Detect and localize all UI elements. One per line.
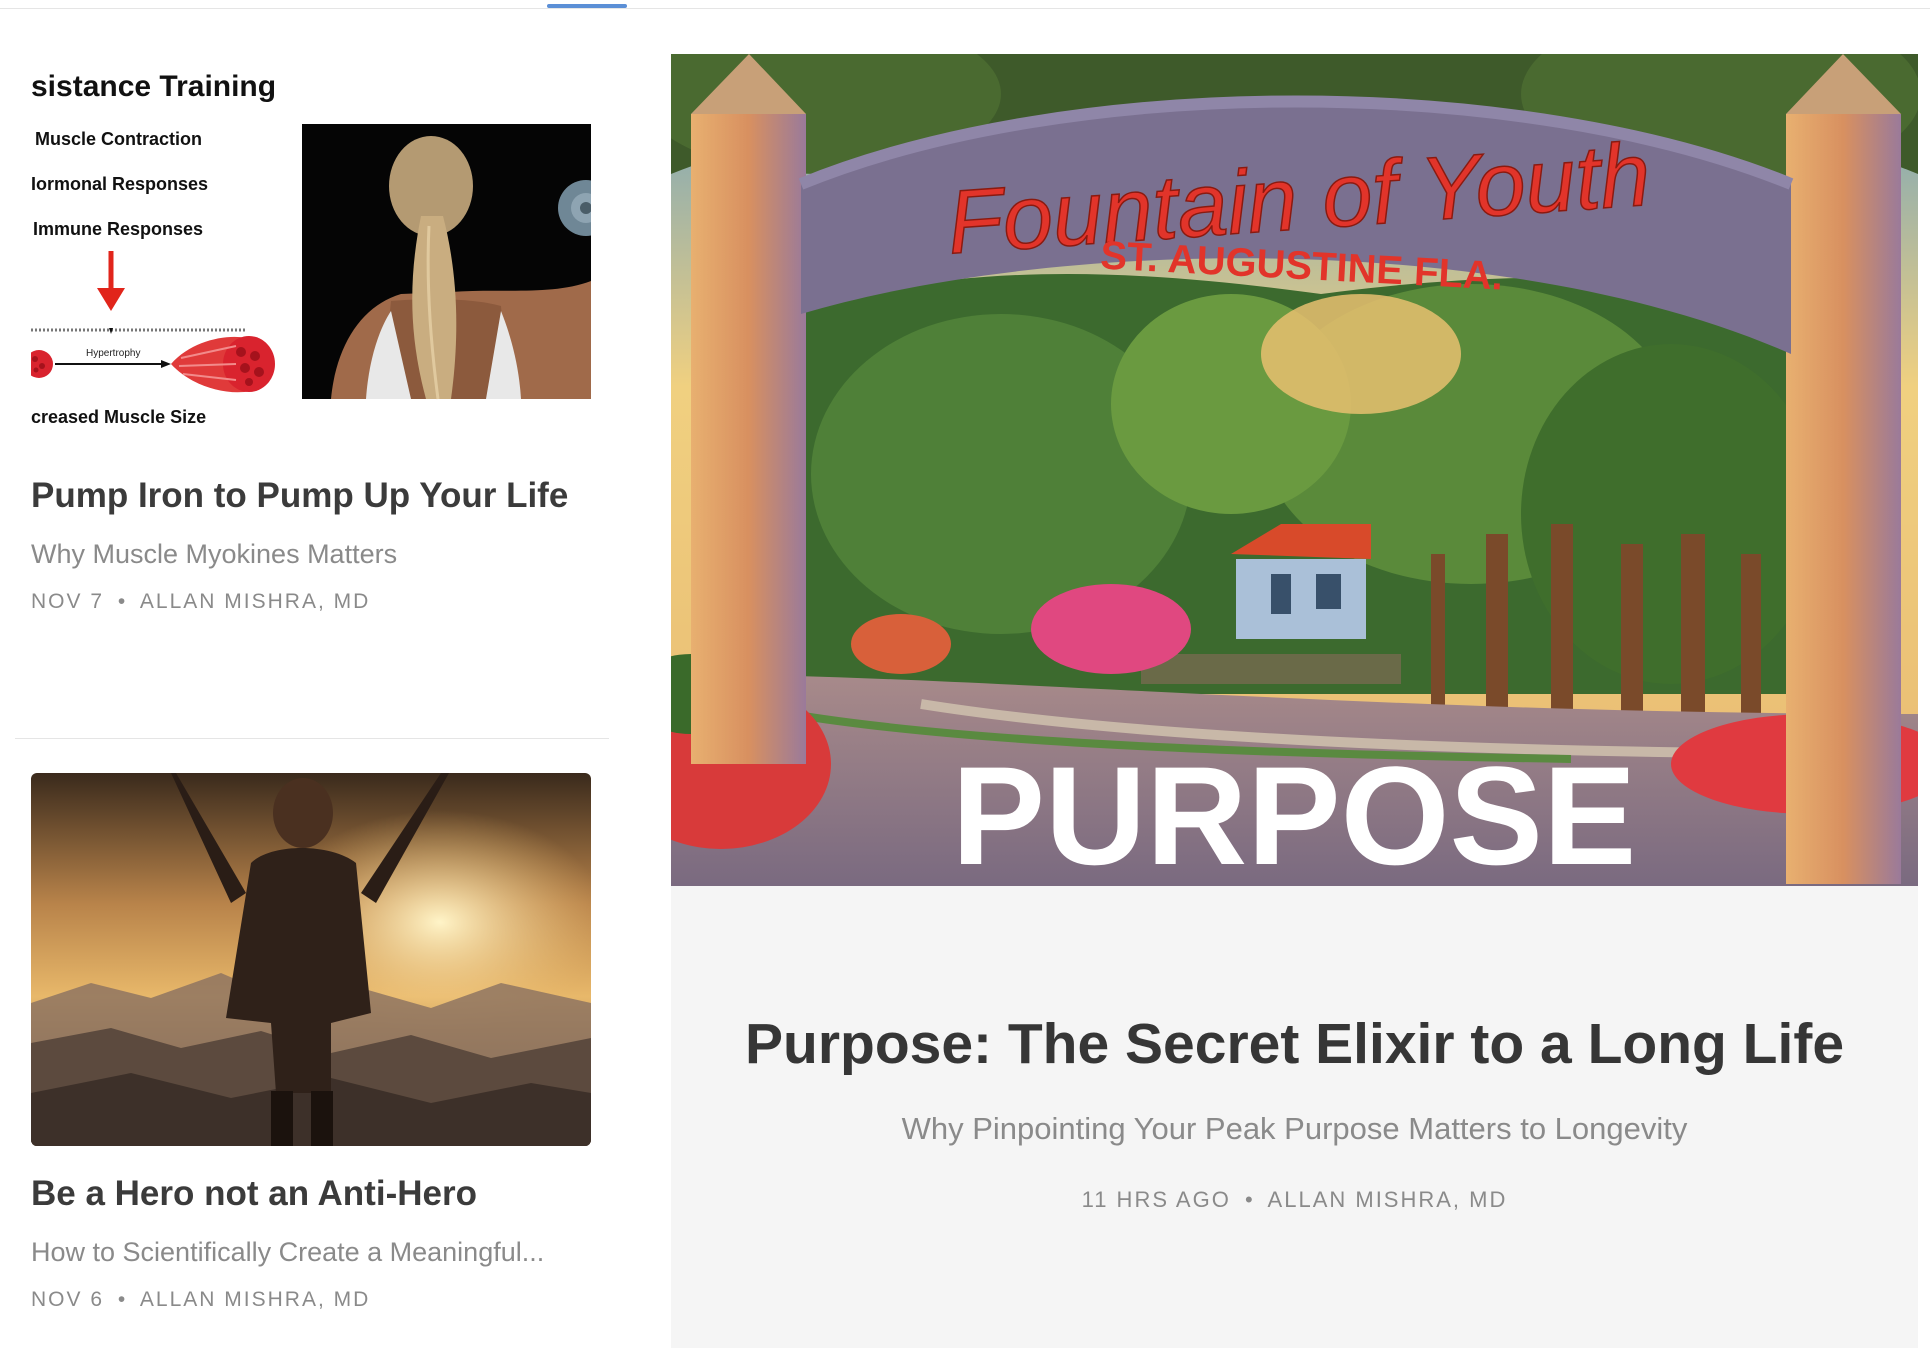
meta-separator: •	[117, 590, 128, 613]
infographic-line-2: Iormonal Responses	[31, 174, 208, 194]
featured-title[interactable]: Purpose: The Secret Elixir to a Long Lif…	[671, 1009, 1918, 1079]
post-author-link[interactable]: ALLAN MISHRA, MD	[140, 590, 370, 613]
post-author-link[interactable]: ALLAN MISHRA, MD	[140, 1288, 370, 1311]
fountain-of-youth-postcard: Fountain of Youth ST. AUGUSTINE FLA. PUR…	[671, 54, 1918, 886]
post-meta: NOV 6 • ALLAN MISHRA, MD	[31, 1288, 591, 1312]
resistance-training-infographic: sistance Training Muscle Contraction Ior…	[31, 66, 591, 444]
featured-author-link[interactable]: ALLAN MISHRA, MD	[1268, 1187, 1508, 1212]
post-subtitle: Why Muscle Myokines Matters	[31, 539, 398, 569]
featured-time: 11 HRS AGO	[1081, 1187, 1231, 1212]
post-title[interactable]: Pump Iron to Pump Up Your Life	[31, 474, 591, 518]
post-title[interactable]: Be a Hero not an Anti-Hero	[31, 1172, 591, 1216]
post-card[interactable]: Be a Hero not an Anti-Hero How to Scient…	[31, 773, 591, 1312]
featured-meta: 11 HRS AGO • ALLAN MISHRA, MD	[671, 1187, 1918, 1213]
post-subtitle: How to Scientifically Create a Meaningfu…	[31, 1237, 545, 1267]
post-thumbnail[interactable]: sistance Training Muscle Contraction Ior…	[31, 66, 591, 444]
hero-sunset-photo	[31, 773, 591, 1146]
post-divider	[15, 738, 609, 739]
infographic-line-1: Muscle Contraction	[35, 129, 202, 149]
infographic-heading: sistance Training	[31, 70, 276, 103]
featured-post[interactable]: Fountain of Youth ST. AUGUSTINE FLA. PUR…	[671, 54, 1918, 1348]
post-date: NOV 6	[31, 1288, 105, 1311]
post-date: NOV 7	[31, 590, 105, 613]
post-list: sistance Training Muscle Contraction Ior…	[15, 0, 609, 1348]
featured-subtitle: Why Pinpointing Your Peak Purpose Matter…	[901, 1111, 1688, 1146]
hypertrophy-label: Hypertrophy	[86, 348, 140, 359]
post-thumbnail[interactable]	[31, 773, 591, 1146]
post-meta: NOV 7 • ALLAN MISHRA, MD	[31, 590, 591, 614]
featured-text: Purpose: The Secret Elixir to a Long Lif…	[671, 1009, 1918, 1213]
meta-separator: •	[1244, 1187, 1255, 1212]
athlete-photo	[302, 124, 591, 400]
infographic-footer: creased Muscle Size	[31, 407, 206, 427]
featured-image[interactable]: Fountain of Youth ST. AUGUSTINE FLA. PUR…	[671, 54, 1918, 886]
purpose-overlay: PURPOSE	[952, 737, 1637, 886]
meta-separator: •	[117, 1288, 128, 1311]
post-card[interactable]: sistance Training Muscle Contraction Ior…	[31, 66, 591, 614]
infographic-line-3: Immune Responses	[33, 219, 203, 239]
